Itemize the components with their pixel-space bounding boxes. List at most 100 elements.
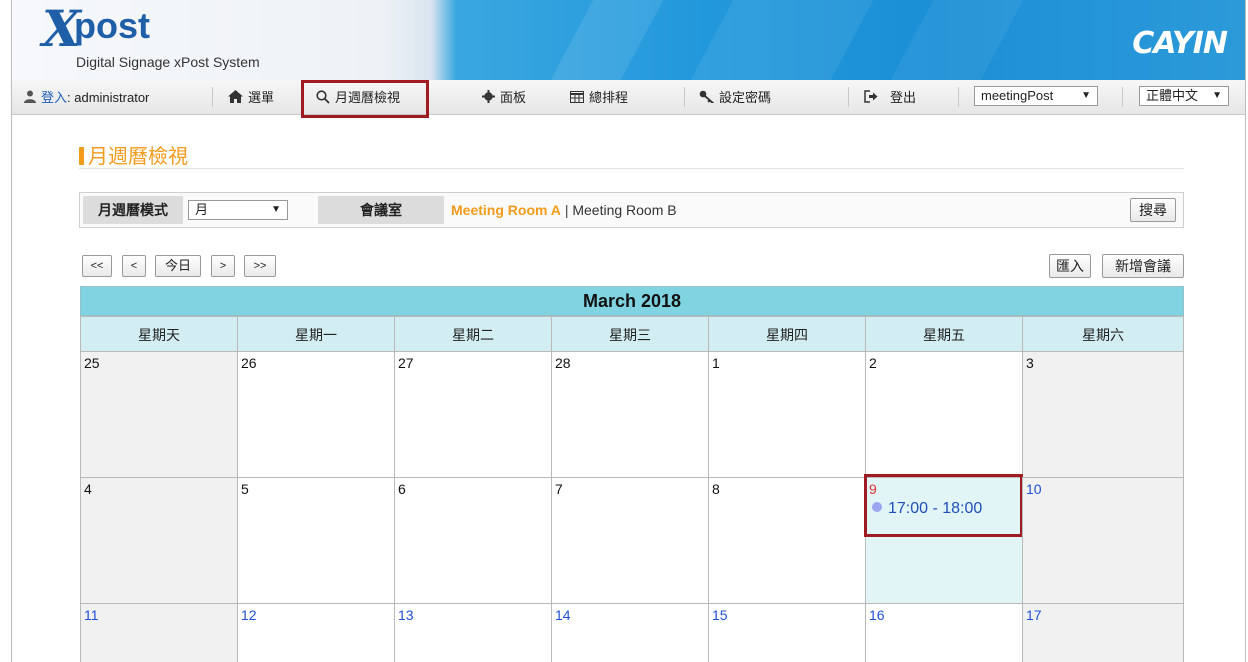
chevron-down-icon: ▼ [1081, 90, 1091, 101]
day-number: 12 [241, 607, 257, 623]
room-label: 會議室 [318, 196, 444, 224]
day-number: 7 [555, 481, 563, 497]
nav-password-label: 設定密碼 [719, 90, 772, 105]
day-cell[interactable]: 12 [237, 603, 395, 662]
page-title-text: 月週曆檢視 [88, 146, 188, 168]
language-select[interactable]: 正體中文 ▼ [1139, 86, 1229, 106]
day-cell[interactable]: 11 [80, 603, 238, 662]
weekday-header: 星期天 [80, 316, 238, 352]
day-cell[interactable]: 25 [80, 351, 238, 478]
day-number: 27 [398, 355, 414, 371]
login-status: 登入: administrator [24, 80, 149, 114]
calendar-month-title: March 2018 [80, 286, 1184, 316]
day-number: 6 [398, 481, 406, 497]
chevron-down-icon: ▼ [1212, 90, 1222, 101]
home-icon [228, 80, 243, 114]
app-window: X post Digital Signage xPost System CAYI… [11, 0, 1246, 662]
login-username: : administrator [67, 90, 150, 105]
mode-label: 月週曆模式 [83, 196, 183, 224]
today-button[interactable]: 今日 [155, 255, 201, 277]
day-number: 25 [84, 355, 100, 371]
nav-logout-label: 登出 [890, 90, 917, 105]
import-button[interactable]: 匯入 [1049, 254, 1091, 278]
day-number: 5 [241, 481, 249, 497]
app-header: X post Digital Signage xPost System CAYI… [12, 0, 1245, 80]
nav-menu-label: 選單 [248, 90, 275, 105]
day-number: 11 [84, 607, 99, 623]
day-cell[interactable]: 10 [1022, 477, 1184, 604]
chevron-down-icon: ▼ [271, 204, 281, 215]
day-cell[interactable]: 3 [1022, 351, 1184, 478]
day-cell[interactable]: 6 [394, 477, 552, 604]
day-number: 17 [1026, 607, 1042, 623]
xpost-logo-text: post [74, 5, 150, 46]
day-number: 3 [1026, 355, 1034, 371]
nav-logout[interactable]: 登出 [864, 80, 916, 114]
day-number: 4 [84, 481, 92, 497]
weekday-header-row: 星期天 星期一 星期二 星期三 星期四 星期五 星期六 [80, 316, 1184, 352]
day-cell[interactable]: 8 [708, 477, 866, 604]
logo-subtitle: Digital Signage xPost System [76, 54, 260, 70]
post-select-value: meetingPost [981, 88, 1054, 103]
mode-select[interactable]: 月 ▼ [188, 200, 288, 220]
day-number: 2 [869, 355, 877, 371]
day-number: 8 [712, 481, 720, 497]
day-cell[interactable]: 28 [551, 351, 709, 478]
room-list: Meeting Room A | Meeting Room B [451, 193, 677, 227]
page-title: 月週曆檢視 [79, 140, 188, 169]
user-icon [24, 80, 36, 114]
weekday-header: 星期四 [708, 316, 866, 352]
day-cell[interactable]: 1 [708, 351, 866, 478]
last-page-button[interactable]: >> [244, 255, 276, 277]
weekday-header: 星期一 [237, 316, 395, 352]
room-b-link[interactable]: Meeting Room B [572, 202, 676, 218]
search-button[interactable]: 搜尋 [1130, 198, 1176, 222]
title-accent-bar [79, 147, 84, 165]
day-cell[interactable]: 27 [394, 351, 552, 478]
room-a-link[interactable]: Meeting Room A [451, 202, 561, 218]
nav-panel[interactable]: 面板 [482, 80, 526, 114]
logout-icon [864, 80, 878, 114]
first-page-button[interactable]: << [82, 255, 112, 277]
day-cell[interactable]: 17 [1022, 603, 1184, 662]
nav-password[interactable]: 設定密碼 [699, 80, 771, 114]
day-number: 28 [555, 355, 571, 371]
room-separator: | [564, 202, 569, 218]
nav-menu[interactable]: 選單 [228, 80, 274, 114]
weekday-header: 星期三 [551, 316, 709, 352]
day-cell[interactable]: 16 [865, 603, 1023, 662]
post-select[interactable]: meetingPost ▼ [974, 86, 1098, 106]
event-highlight [864, 474, 1023, 537]
nav-panel-label: 面板 [500, 90, 527, 105]
prev-page-button[interactable]: < [122, 255, 146, 277]
language-select-value: 正體中文 [1146, 88, 1199, 103]
new-meeting-button[interactable]: 新增會議 [1102, 254, 1184, 278]
next-page-button[interactable]: > [211, 255, 235, 277]
nav-schedule-label: 總排程 [589, 90, 629, 105]
day-cell[interactable]: 7 [551, 477, 709, 604]
top-nav-bar: 登入: administrator 選單 月週曆檢視 面板 總排程 設定密碼 登… [12, 80, 1245, 118]
day-cell[interactable]: 2 [865, 351, 1023, 478]
weekday-header: 星期五 [865, 316, 1023, 352]
day-cell[interactable]: 14 [551, 603, 709, 662]
day-number: 1 [712, 355, 720, 371]
day-cell[interactable]: 4 [80, 477, 238, 604]
title-divider [79, 168, 1184, 169]
gear-icon [482, 80, 495, 114]
day-number: 16 [869, 607, 885, 623]
day-cell[interactable]: 15 [708, 603, 866, 662]
mode-select-value: 月 [195, 202, 209, 217]
calendar-grid-icon [570, 80, 584, 114]
key-icon [699, 80, 715, 114]
day-number: 13 [398, 607, 414, 623]
day-cell[interactable]: 5 [237, 477, 395, 604]
nav-schedule[interactable]: 總排程 [570, 80, 628, 114]
login-link[interactable]: 登入 [41, 90, 67, 105]
calendar-view-highlight [301, 80, 429, 118]
day-cell[interactable]: 26 [237, 351, 395, 478]
weekday-header: 星期六 [1022, 316, 1184, 352]
filter-bar: 月週曆模式 月 ▼ 會議室 Meeting Room A | Meeting R… [79, 192, 1184, 228]
day-cell[interactable]: 13 [394, 603, 552, 662]
day-number: 14 [555, 607, 571, 623]
day-number: 26 [241, 355, 257, 371]
